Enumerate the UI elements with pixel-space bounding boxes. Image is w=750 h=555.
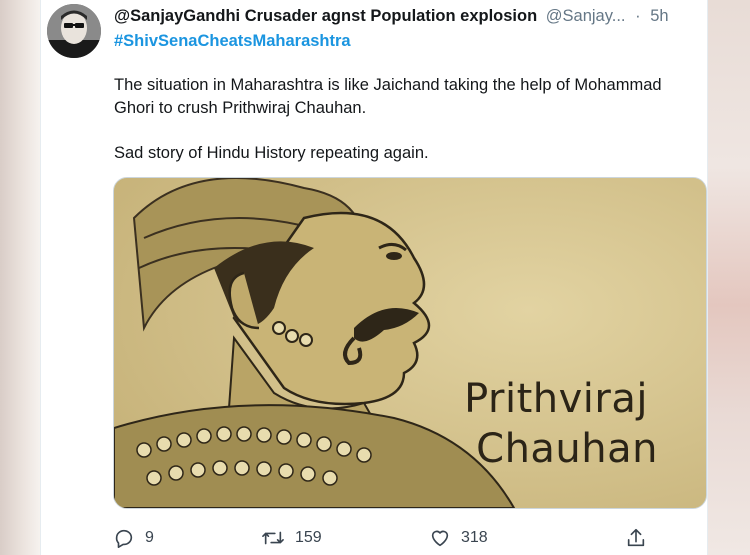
retweet-button[interactable]: 159 <box>261 524 322 552</box>
user-handle[interactable]: @Sanjay... <box>546 7 626 25</box>
reply-button[interactable]: 9 <box>113 524 154 552</box>
reply-icon <box>113 527 135 549</box>
retweet-icon <box>261 527 285 549</box>
share-icon <box>625 527 647 549</box>
image-caption-line-1: Prithviraj <box>464 376 648 422</box>
like-icon <box>429 527 451 549</box>
like-button[interactable]: 318 <box>429 524 488 552</box>
tweet-image[interactable]: Prithviraj Chauhan <box>113 177 707 509</box>
tweet-paragraph-2: Sad story of Hindu History repeating aga… <box>114 144 429 162</box>
share-button[interactable] <box>625 524 647 552</box>
retweet-count: 159 <box>295 529 322 546</box>
tweet-actions: 9 159 318 <box>113 524 653 552</box>
separator-dot: · <box>635 7 641 25</box>
tweet-card[interactable]: @SanjayGandhi Crusader agnst Population … <box>40 0 708 555</box>
tweet-paragraph-1: The situation in Maharashtra is like Jai… <box>114 76 662 117</box>
hashtag-line: #ShivSenaCheatsMaharashtra <box>114 30 351 52</box>
tweet-header: @SanjayGandhi Crusader agnst Population … <box>114 5 704 27</box>
display-name[interactable]: @SanjayGandhi Crusader agnst Population … <box>114 7 537 25</box>
hashtag-link[interactable]: #ShivSenaCheatsMaharashtra <box>114 32 351 50</box>
like-count: 318 <box>461 529 488 546</box>
tweet-text: The situation in Maharashtra is like Jai… <box>114 74 704 165</box>
background-right-edge <box>708 0 750 555</box>
image-caption-line-2: Chauhan <box>476 426 658 472</box>
avatar[interactable] <box>47 4 101 58</box>
background-left-edge <box>0 0 40 555</box>
timestamp[interactable]: 5h <box>650 7 668 25</box>
reply-count: 9 <box>145 529 154 546</box>
